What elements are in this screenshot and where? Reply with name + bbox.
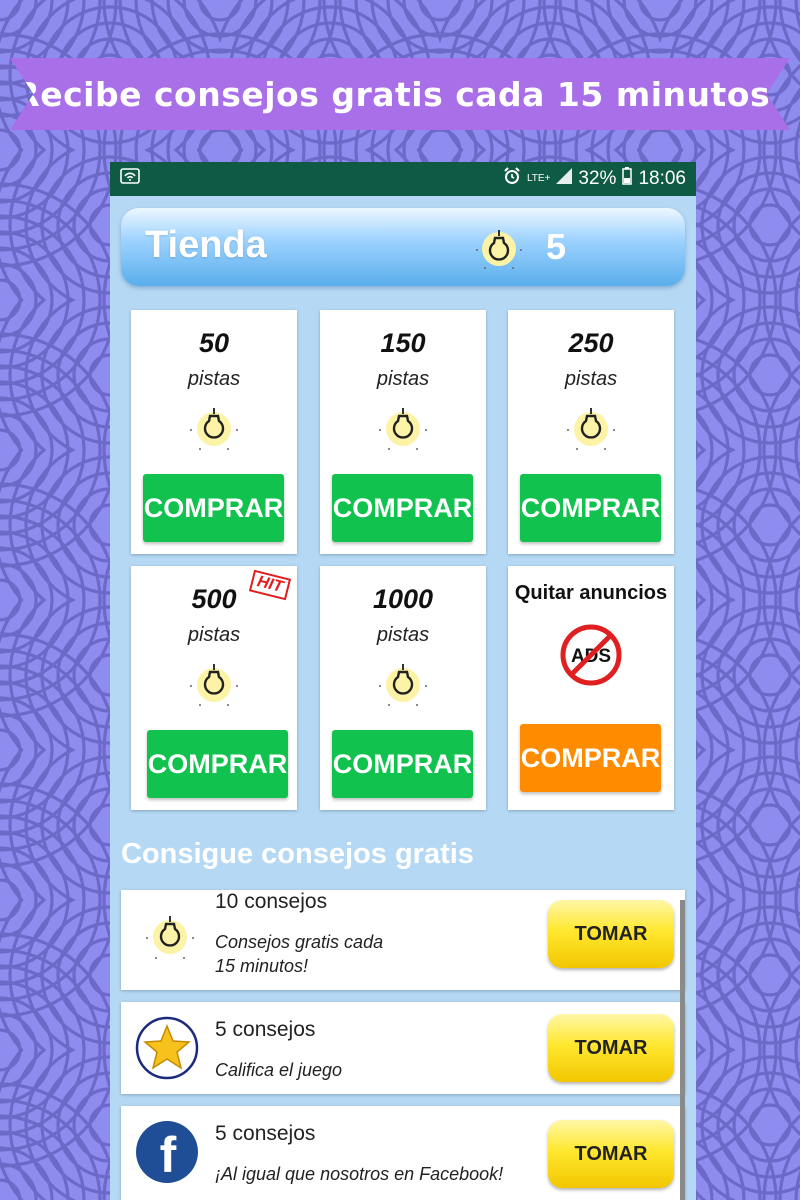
lightbulb-icon bbox=[374, 658, 432, 716]
star-icon bbox=[135, 1016, 199, 1084]
offer-free-timer: 10 consejos Consejos gratis cada 15 minu… bbox=[121, 890, 685, 990]
lightbulb-icon bbox=[185, 658, 243, 716]
take-free-timer-button[interactable]: TOMAR bbox=[548, 900, 674, 968]
free-hints-title: Consigue consejos gratis bbox=[121, 838, 474, 870]
offer-facebook-like: f 5 consejos ¡Al igual que nosotros en F… bbox=[121, 1106, 685, 1200]
shop-header: Tienda 5 bbox=[121, 208, 685, 286]
promo-banner: Recibe consejos gratis cada 15 minutos! bbox=[10, 58, 790, 130]
remove-ads-card: Quitar anuncios ADS COMPRAR bbox=[508, 566, 674, 810]
offer-amount: 5 consejos bbox=[215, 1122, 316, 1145]
hint-count: 5 bbox=[546, 226, 567, 267]
offer-description: Consejos gratis cada bbox=[215, 932, 384, 952]
pack-unit: pistas bbox=[187, 624, 241, 646]
pack-quantity: 1000 bbox=[372, 584, 434, 614]
remove-ads-title: Quitar anuncios bbox=[514, 582, 668, 604]
offer-rate-game: 5 consejos Califica el juego TOMAR bbox=[121, 1002, 685, 1094]
pack-quantity: 50 bbox=[198, 328, 230, 358]
lightbulb-icon bbox=[185, 402, 243, 460]
promo-banner-text: Recibe consejos gratis cada 15 minutos! bbox=[14, 74, 786, 114]
pack-unit: pistas bbox=[376, 368, 430, 390]
pack-unit: pistas bbox=[376, 624, 430, 646]
pack-unit: pistas bbox=[187, 368, 241, 390]
clock: 18:06 bbox=[638, 168, 686, 189]
lightbulb-icon bbox=[374, 402, 432, 460]
buy-500-button[interactable]: COMPRAR bbox=[147, 730, 288, 798]
buy-50-button[interactable]: COMPRAR bbox=[143, 474, 284, 542]
pack-card-250: 250 pistas COMPRAR bbox=[508, 310, 674, 554]
network-label: LTE+ bbox=[526, 173, 551, 184]
phone-screen: LTE+ 32% 18:06 Tienda 5 50 pistas COMPRA… bbox=[110, 162, 696, 1200]
offer-description: ¡Al igual que nosotros en Facebook! bbox=[215, 1164, 504, 1184]
battery-icon bbox=[622, 167, 633, 191]
buy-150-button[interactable]: COMPRAR bbox=[332, 474, 473, 542]
offer-description-line2: 15 minutos! bbox=[215, 956, 309, 976]
scrollbar[interactable] bbox=[680, 900, 685, 1200]
svg-text:f: f bbox=[160, 1127, 177, 1183]
status-bar: LTE+ 32% 18:06 bbox=[110, 162, 696, 196]
lightbulb-icon bbox=[471, 224, 527, 278]
pack-quantity: 150 bbox=[380, 328, 426, 358]
buy-250-button[interactable]: COMPRAR bbox=[520, 474, 661, 542]
pack-quantity: 250 bbox=[568, 328, 614, 358]
pack-card-150: 150 pistas COMPRAR bbox=[320, 310, 486, 554]
alarm-icon bbox=[503, 167, 521, 191]
lightbulb-icon bbox=[141, 906, 199, 970]
buy-1000-button[interactable]: COMPRAR bbox=[332, 730, 473, 798]
pack-unit: pistas bbox=[564, 368, 618, 390]
remove-ads-buy-button[interactable]: COMPRAR bbox=[520, 724, 661, 792]
take-rate-game-button[interactable]: TOMAR bbox=[548, 1014, 674, 1082]
take-facebook-button[interactable]: TOMAR bbox=[548, 1120, 674, 1188]
battery-percent: 32% bbox=[578, 168, 617, 189]
no-ads-icon: ADS bbox=[558, 622, 624, 692]
lightbulb-icon bbox=[562, 402, 620, 460]
offer-amount: 10 consejos bbox=[215, 890, 328, 913]
pack-card-500: 500 HIT pistas COMPRAR bbox=[131, 566, 297, 810]
facebook-icon: f bbox=[135, 1120, 199, 1188]
page-title: Tienda bbox=[145, 224, 267, 266]
wifi-icon bbox=[120, 168, 140, 190]
offer-description: Califica el juego bbox=[215, 1060, 343, 1080]
signal-icon bbox=[556, 168, 573, 190]
offer-amount: 5 consejos bbox=[215, 1018, 316, 1041]
pack-card-1000: 1000 pistas COMPRAR bbox=[320, 566, 486, 810]
pack-card-50: 50 pistas COMPRAR bbox=[131, 310, 297, 554]
